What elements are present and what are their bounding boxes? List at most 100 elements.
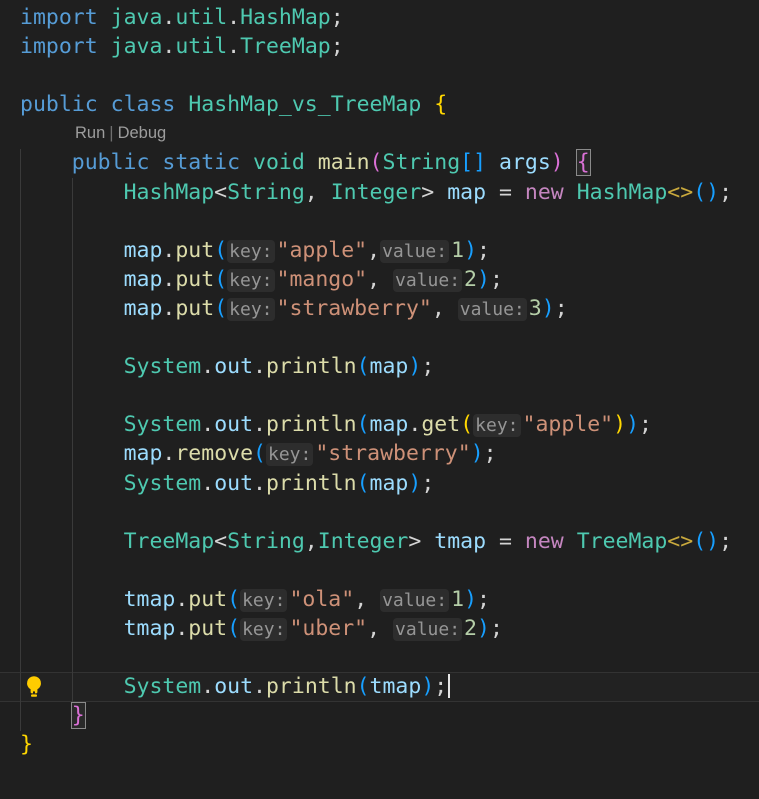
code-token: ( xyxy=(370,150,383,175)
code-token: TreeMap xyxy=(577,529,668,554)
code-token: String xyxy=(227,180,305,205)
code-token: } xyxy=(72,703,85,728)
code-token: . xyxy=(253,471,266,496)
code-token: ( xyxy=(357,674,370,699)
code-token xyxy=(20,471,124,496)
code-token: ( xyxy=(227,616,240,641)
code-line[interactable] xyxy=(20,643,732,672)
code-token: "mango" xyxy=(277,267,368,292)
code-token xyxy=(20,412,124,437)
code-token: put xyxy=(175,238,214,263)
codelens-run-link[interactable]: Run xyxy=(75,124,105,142)
inlay-hint: key: xyxy=(240,589,287,612)
code-token: static xyxy=(162,150,240,175)
code-line[interactable] xyxy=(20,323,732,352)
code-line[interactable]: } xyxy=(20,730,732,759)
code-line[interactable]: System.out.println(map); xyxy=(20,469,732,498)
code-line[interactable]: import java.util.HashMap; xyxy=(20,3,732,32)
codelens-debug-link[interactable]: Debug xyxy=(118,124,167,142)
code-token: ; xyxy=(490,267,503,292)
code-line[interactable]: map.put(key:"apple",value:1); xyxy=(20,236,732,265)
code-token: 2 xyxy=(464,267,477,292)
code-token: "strawberry" xyxy=(315,441,470,466)
code-token: "apple" xyxy=(523,412,614,437)
code-token: println xyxy=(266,674,357,699)
code-token: import xyxy=(20,5,98,30)
code-token: get xyxy=(421,412,460,437)
code-line[interactable] xyxy=(20,498,732,527)
code-token: ( xyxy=(214,267,227,292)
code-token: . xyxy=(253,674,266,699)
code-token: println xyxy=(266,471,357,496)
codelens-separator: | xyxy=(105,124,117,142)
code-token: 1 xyxy=(451,238,464,263)
code-line[interactable]: TreeMap<String,Integer> tmap = new TreeM… xyxy=(20,527,732,556)
code-token: ; xyxy=(331,34,344,59)
code-token: map xyxy=(447,180,486,205)
inlay-hint: key: xyxy=(227,298,274,321)
code-line[interactable]: System.out.println(map.get(key:"apple"))… xyxy=(20,410,732,439)
code-token: java xyxy=(111,5,163,30)
code-token: ( xyxy=(357,412,370,437)
code-token: HashMap_vs_TreeMap xyxy=(188,92,421,117)
code-token: ) xyxy=(477,616,490,641)
code-token: map xyxy=(124,296,163,321)
code-line[interactable]: System.out.println(map); xyxy=(20,352,732,381)
code-line[interactable]: System.out.println(tmap); xyxy=(20,672,732,701)
code-token: . xyxy=(201,412,214,437)
code-token: } xyxy=(20,732,33,757)
code-line[interactable]: tmap.put(key:"uber", value:2); xyxy=(20,614,732,643)
code-token: , xyxy=(305,529,318,554)
code-token: . xyxy=(201,354,214,379)
inlay-hint: key: xyxy=(240,618,287,641)
code-token: ; xyxy=(421,471,434,496)
code-token: "ola" xyxy=(289,587,354,612)
code-token: "apple" xyxy=(277,238,368,263)
code-line[interactable]: HashMap<String, Integer> map = new HashM… xyxy=(20,178,732,207)
code-line[interactable]: map.put(key:"strawberry", value:3); xyxy=(20,294,732,323)
code-line[interactable]: map.remove(key:"strawberry"); xyxy=(20,439,732,468)
code-token: Integer xyxy=(331,180,422,205)
inlay-hint: value: xyxy=(380,240,449,263)
code-token xyxy=(20,441,124,466)
code-token: TreeMap xyxy=(240,34,331,59)
code-token: ; xyxy=(490,616,503,641)
code-token xyxy=(20,267,124,292)
code-token: String xyxy=(383,150,461,175)
code-token: ) xyxy=(421,674,434,699)
code-token: put xyxy=(175,296,214,321)
code-token: put xyxy=(188,616,227,641)
code-line[interactable]: import java.util.TreeMap; xyxy=(20,32,732,61)
code-token: map xyxy=(370,412,409,437)
code-token: out xyxy=(214,412,253,437)
code-token: ) xyxy=(626,412,639,437)
code-line[interactable] xyxy=(20,556,732,585)
code-token: ; xyxy=(477,238,490,263)
code-token xyxy=(20,703,72,728)
code-line[interactable]: public class HashMap_vs_TreeMap { xyxy=(20,90,732,119)
code-token: ; xyxy=(719,529,732,554)
code-line[interactable]: tmap.put(key:"ola", value:1); xyxy=(20,585,732,614)
code-editor[interactable]: import java.util.HashMap;import java.uti… xyxy=(0,0,759,799)
code-token: ) xyxy=(464,238,477,263)
code-line[interactable]: public static void main(String[] args) { xyxy=(20,148,732,177)
code-token: . xyxy=(162,296,175,321)
lightbulb-quick-fix-icon[interactable] xyxy=(24,675,44,706)
code-token: tmap xyxy=(124,616,176,641)
code-lines[interactable]: import java.util.HashMap;import java.uti… xyxy=(20,3,732,759)
code-token: put xyxy=(188,587,227,612)
code-line[interactable]: } xyxy=(20,701,732,730)
code-token: new xyxy=(525,529,564,554)
code-token xyxy=(564,180,577,205)
code-line[interactable] xyxy=(20,207,732,236)
code-token xyxy=(98,5,111,30)
code-token: tmap xyxy=(434,529,486,554)
code-token: HashMap xyxy=(240,5,331,30)
code-line[interactable]: map.put(key:"mango", value:2); xyxy=(20,265,732,294)
code-token xyxy=(564,150,577,175)
code-line[interactable] xyxy=(20,381,732,410)
code-token: 3 xyxy=(529,296,542,321)
code-token: ) xyxy=(613,412,626,437)
code-line[interactable] xyxy=(20,61,732,90)
code-token: . xyxy=(162,5,175,30)
